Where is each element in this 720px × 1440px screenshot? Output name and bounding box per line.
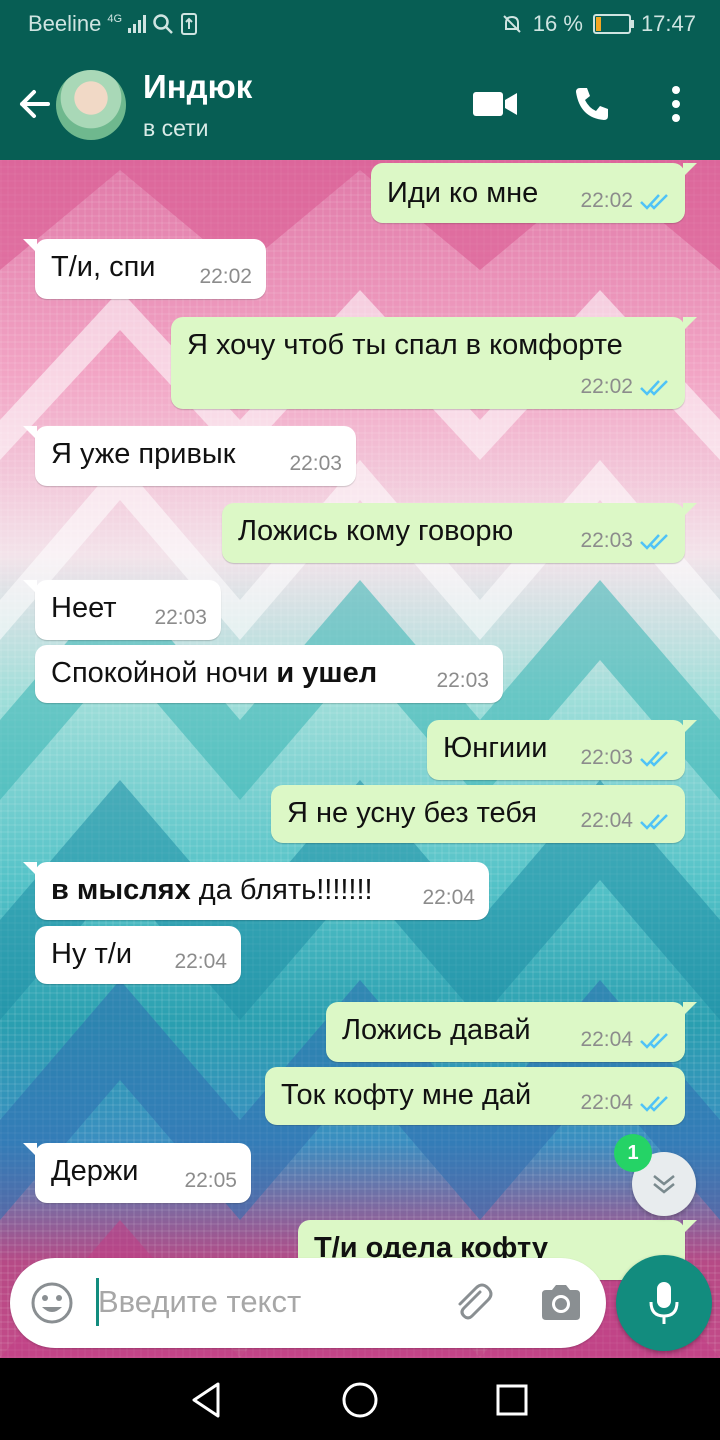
message-input[interactable]: Введите текст [98,1284,301,1320]
message-bubble-outgoing[interactable]: Я не усну без тебя 22:04 [271,785,685,843]
message-text: Т/и, спи [51,251,156,283]
more-icon[interactable] [652,76,700,132]
message-time: 22:03 [580,746,633,769]
message-time: 22:03 [154,606,207,629]
battery-percent: 16 % [532,11,583,36]
carrier-label: Beeline [28,11,102,36]
message-text: Ложись давай [342,1014,531,1046]
avatar[interactable] [56,70,126,140]
message-time: 22:03 [580,529,633,552]
network-type: 4G [107,13,123,25]
message-time: 22:04 [580,1091,633,1114]
search-icon [153,14,173,34]
battery-icon [592,14,634,34]
back-arrow-icon[interactable] [14,84,54,124]
chat-header: Индюк в сети [0,48,720,160]
message-time: 22:03 [289,452,342,475]
message-bubble-outgoing[interactable]: Юнгиии 22:03 [427,720,697,780]
attach-icon[interactable] [450,1280,496,1326]
message-text: Я не усну без тебя [287,797,538,829]
message-text: Я хочу чтоб ты спал в комфорте [187,329,623,361]
camera-icon[interactable] [538,1280,584,1326]
read-ticks-icon [640,534,668,550]
status-bar: Beeline 4G 16 % 17:47 [0,0,720,48]
message-bubble-incoming[interactable]: Неет 22:03 [23,580,221,640]
message-text: Юнгиии [443,732,548,764]
read-ticks-icon [640,194,668,210]
message-bubble-incoming[interactable]: Я уже привык 22:03 [23,426,356,486]
message-bubble-incoming[interactable]: в мыслях да блять!!!!!!! 22:04 [23,862,489,920]
message-text: в мыслях да блять!!!!!!! [51,874,373,906]
message-bubble-incoming[interactable]: Ну т/и 22:04 [35,926,241,984]
message-time: 22:02 [580,375,633,398]
message-bubble-outgoing[interactable]: Я хочу чтоб ты спал в комфорте 22:02 [171,317,697,409]
scroll-down-icon [653,1175,675,1194]
system-nav-bar [0,1358,720,1440]
message-time: 22:03 [436,669,489,692]
message-bubble-incoming[interactable]: Держи 22:05 [23,1143,251,1203]
read-ticks-icon [640,1096,668,1112]
message-bubble-incoming[interactable]: Т/и, спи 22:02 [23,239,266,299]
read-ticks-icon [640,380,668,396]
mic-button[interactable] [616,1255,712,1351]
nav-home-icon[interactable] [338,1378,382,1422]
mute-bell-icon [503,15,521,33]
message-time: 22:04 [580,1028,633,1051]
message-time: 22:02 [199,265,252,288]
signal-icon [128,15,147,33]
chat-area[interactable]: Иди ко мне 22:02 Т/и, спи 22:02 Я хочу ч… [0,160,720,1358]
phone-icon[interactable] [568,76,616,132]
read-ticks-icon [640,1033,668,1049]
contact-status: в сети [143,115,209,141]
message-bubble-incoming[interactable]: Спокойной ночи и ушел 22:03 [35,645,503,703]
message-time: 22:04 [422,886,475,909]
message-bubble-outgoing[interactable]: Ложись кому говорю 22:03 [222,503,697,563]
clock: 17:47 [640,11,696,36]
emoji-icon[interactable] [30,1281,74,1325]
message-text: Неет [51,592,117,624]
message-time: 22:04 [174,950,227,973]
unread-count-badge: 1 [614,1134,652,1172]
nav-back-icon[interactable] [184,1378,228,1422]
message-time: 22:04 [580,809,633,832]
message-text: Я уже привык [51,438,236,470]
message-bubble-outgoing[interactable]: Иди ко мне 22:02 [371,163,697,223]
message-bubble-outgoing[interactable]: Ток кофту мне дай 22:04 [265,1067,685,1125]
sim-icon [181,13,198,35]
nav-recents-icon[interactable] [490,1378,534,1422]
message-text: Ток кофту мне дай [281,1079,532,1111]
message-text: Спокойной ночи и ушел [51,657,378,689]
contact-name[interactable]: Индюк [143,68,252,106]
message-time: 22:05 [184,1169,237,1192]
read-ticks-icon [640,814,668,830]
message-text: Иди ко мне [387,177,539,209]
message-bubble-outgoing[interactable]: Ложись давай 22:04 [326,1002,697,1062]
message-text: Ну т/и [51,938,133,970]
video-call-icon[interactable] [472,76,520,132]
mic-icon [649,1282,679,1324]
message-text: Ложись кому говорю [238,515,514,547]
message-composer: Введите текст [10,1258,606,1348]
message-time: 22:02 [580,189,633,212]
read-ticks-icon [640,751,668,767]
message-text: Держи [51,1155,139,1187]
